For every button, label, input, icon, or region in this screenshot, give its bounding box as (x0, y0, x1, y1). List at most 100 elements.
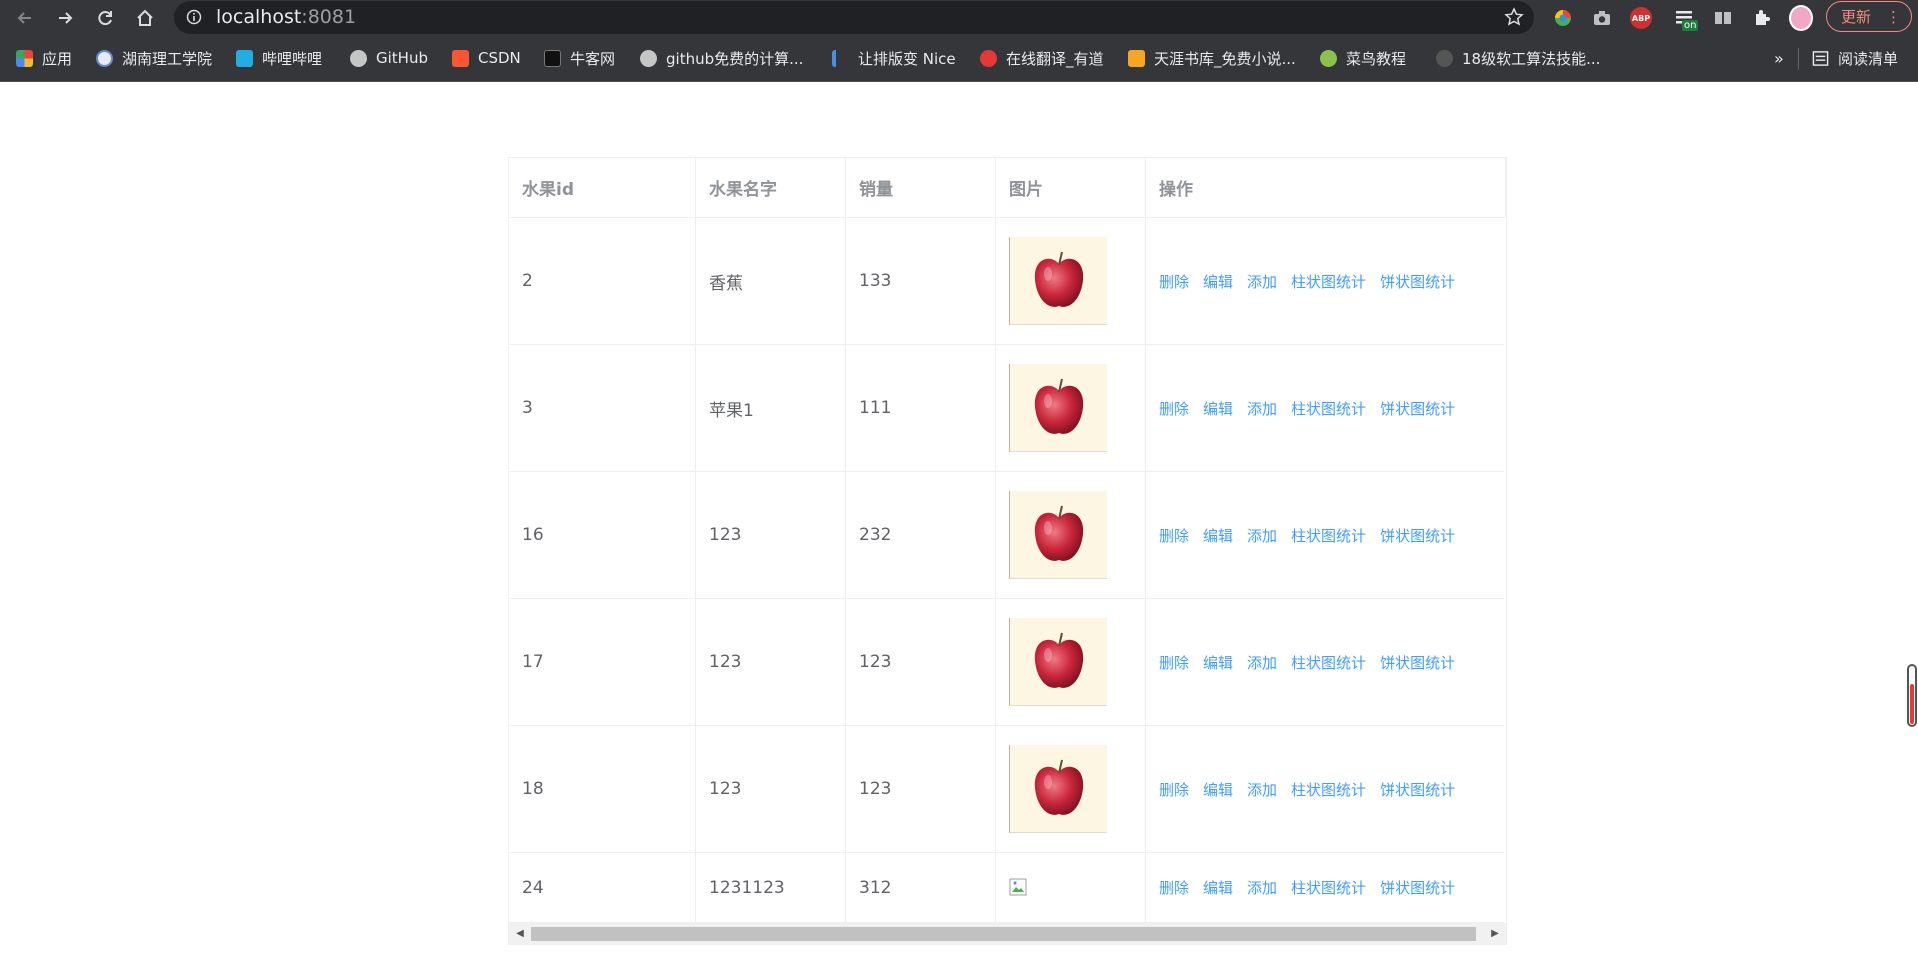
cell-text-id: 18 (522, 779, 544, 799)
table-cell-sales: 312 (846, 853, 996, 923)
add-button[interactable]: 添加 (1247, 525, 1277, 546)
bookmark-item[interactable]: 天涯书库_免费小说... (1128, 46, 1296, 70)
bar-chart-button[interactable]: 柱状图统计 (1291, 652, 1366, 673)
more-bookmarks-button[interactable]: » (1774, 46, 1784, 70)
bookmark-item[interactable]: CSDN (452, 46, 521, 70)
cell-text-id: 3 (522, 398, 533, 418)
site-info-icon[interactable] (186, 9, 202, 25)
table-cell-name: 香蕉 (696, 218, 846, 345)
forward-button[interactable] (47, 0, 83, 36)
address-bar[interactable]: localhost:8081 (174, 1, 1534, 34)
camera-extension-icon[interactable] (1590, 6, 1614, 30)
table-cell-id: 3 (509, 345, 696, 472)
nowcoder-icon (544, 49, 561, 67)
bookmark-star-icon[interactable] (1504, 7, 1524, 27)
bookmark-item[interactable]: 牛客网 (544, 46, 615, 70)
bookmark-item[interactable]: 湖南理工学院 (96, 46, 212, 70)
list-extension-icon[interactable]: on (1672, 6, 1699, 31)
fruit-table: ◀ ▶ 水果id 水果名字 销量 图片 操作 2 香蕉 133 删除 编辑 添加 柱状图统计 饼状图统计… (508, 157, 1507, 945)
cell-text-name: 香蕉 (709, 273, 743, 294)
add-button[interactable]: 添加 (1247, 779, 1277, 800)
pie-chart-button[interactable]: 饼状图统计 (1380, 525, 1455, 546)
bookmark-label: 湖南理工学院 (122, 49, 213, 68)
bookmark-item[interactable]: 菜鸟教程 (1320, 46, 1406, 70)
back-button[interactable] (7, 0, 43, 36)
table-cell-id: 2 (509, 218, 696, 345)
bar-chart-button[interactable]: 柱状图统计 (1291, 525, 1366, 546)
add-button[interactable]: 添加 (1247, 877, 1277, 898)
github-icon (640, 49, 657, 67)
add-button[interactable]: 添加 (1247, 398, 1277, 419)
edit-button[interactable]: 编辑 (1203, 398, 1233, 419)
color-extension-icon[interactable] (1551, 6, 1575, 30)
horizontal-scrollbar[interactable]: ◀ ▶ (509, 923, 1506, 944)
nice-icon (832, 49, 849, 67)
scroll-left-icon[interactable]: ◀ (511, 923, 529, 944)
pie-chart-button[interactable]: 饼状图统计 (1380, 398, 1455, 419)
bar-chart-button[interactable]: 柱状图统计 (1291, 398, 1366, 419)
bookmark-label: 哔哩哔哩 (262, 49, 323, 68)
cell-text-name: 苹果1 (709, 400, 754, 421)
home-button[interactable] (127, 0, 163, 36)
table-cell-image (996, 472, 1146, 599)
delete-button[interactable]: 删除 (1159, 271, 1189, 292)
reading-list-icon (1812, 50, 1829, 66)
pie-chart-button[interactable]: 饼状图统计 (1380, 877, 1455, 898)
reload-button[interactable] (87, 0, 123, 36)
edit-button[interactable]: 编辑 (1203, 652, 1233, 673)
scrollbar-thumb[interactable] (531, 927, 1476, 941)
forward-arrow-icon (59, 12, 73, 24)
url-port: :8081 (301, 6, 357, 28)
bookmark-item[interactable]: 在线翻译_有道 (980, 46, 1104, 70)
cell-text-sales: 123 (859, 652, 892, 672)
header-label: 水果id (522, 180, 574, 200)
bookmark-item[interactable]: 应用 (16, 46, 72, 70)
bookmark-item[interactable]: github免费的计算... (640, 46, 803, 70)
delete-button[interactable]: 删除 (1159, 779, 1189, 800)
table-cell-name: 123 (696, 726, 846, 853)
add-button[interactable]: 添加 (1247, 271, 1277, 292)
cell-text-id: 16 (522, 525, 544, 545)
bar-chart-button[interactable]: 柱状图统计 (1291, 877, 1366, 898)
edit-button[interactable]: 编辑 (1203, 877, 1233, 898)
bookmark-item[interactable]: GitHub (350, 46, 428, 70)
bookmark-item[interactable]: 哔哩哔哩 (236, 46, 322, 70)
update-button[interactable]: 更新 ⋮ (1826, 1, 1912, 32)
table-cell-image (996, 853, 1146, 923)
edit-button[interactable]: 编辑 (1203, 271, 1233, 292)
bookmark-item[interactable]: 让排版变 Nice (832, 46, 956, 70)
delete-button[interactable]: 删除 (1159, 525, 1189, 546)
table-cell-sales: 133 (846, 218, 996, 345)
bar-chart-button[interactable]: 柱状图统计 (1291, 271, 1366, 292)
extensions-puzzle-icon[interactable] (1750, 6, 1774, 30)
add-button[interactable]: 添加 (1247, 652, 1277, 673)
profile-avatar[interactable] (1789, 5, 1813, 31)
reader-extension-icon[interactable] (1711, 6, 1735, 30)
row-actions: 删除 编辑 添加 柱状图统计 饼状图统计 (1159, 652, 1455, 673)
bookmark-label: GitHub (376, 49, 428, 67)
pie-chart-button[interactable]: 饼状图统计 (1380, 779, 1455, 800)
fruit-thumbnail (1009, 745, 1107, 833)
c-icon (1436, 49, 1453, 67)
scroll-right-icon[interactable]: ▶ (1486, 923, 1504, 944)
edit-button[interactable]: 编辑 (1203, 525, 1233, 546)
table-cell-actions: 删除 编辑 添加 柱状图统计 饼状图统计 (1146, 472, 1504, 599)
bookmark-item[interactable]: 18级软工算法技能... (1436, 46, 1600, 70)
table-header-cell: 图片 (996, 158, 1146, 218)
delete-button[interactable]: 删除 (1159, 398, 1189, 419)
adblock-plus-icon[interactable]: ABP (1629, 6, 1653, 30)
reading-list-button[interactable]: 阅读清单 (1812, 46, 1898, 70)
edit-button[interactable]: 编辑 (1203, 779, 1233, 800)
table-header-cell: 操作 (1146, 158, 1506, 218)
cell-text-name: 123 (709, 652, 742, 672)
delete-button[interactable]: 删除 (1159, 877, 1189, 898)
side-level-slider[interactable] (1907, 664, 1917, 727)
bookmark-label: 让排版变 Nice (858, 49, 956, 68)
delete-button[interactable]: 删除 (1159, 652, 1189, 673)
fruit-thumbnail (1009, 364, 1107, 452)
pie-chart-button[interactable]: 饼状图统计 (1380, 652, 1455, 673)
table-cell-name: 苹果1 (696, 345, 846, 472)
bar-chart-button[interactable]: 柱状图统计 (1291, 779, 1366, 800)
pie-chart-button[interactable]: 饼状图统计 (1380, 271, 1455, 292)
cell-text-sales: 133 (859, 271, 892, 291)
